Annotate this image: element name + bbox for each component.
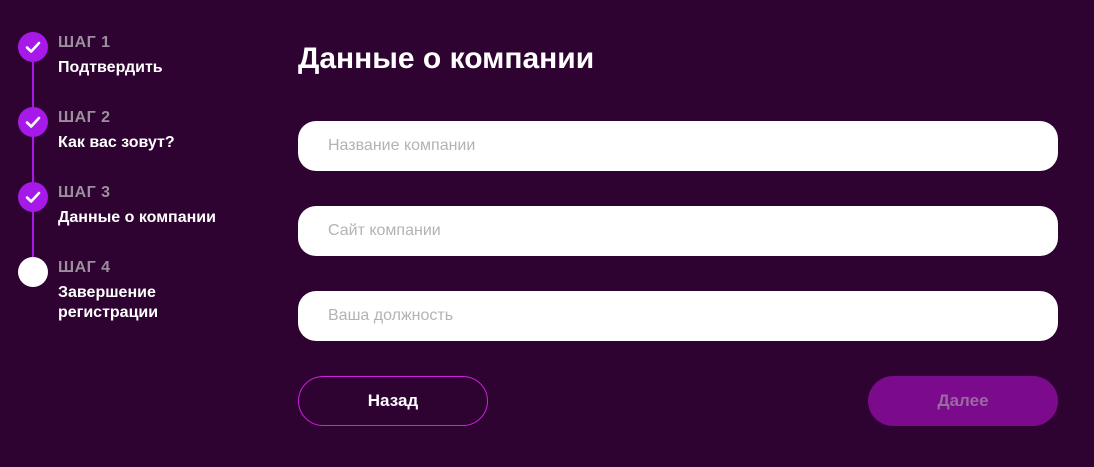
step-title: Как вас зовут? (58, 134, 175, 151)
job-title-input[interactable] (298, 291, 1058, 341)
back-button[interactable]: Назад (298, 376, 488, 426)
step-connector (32, 137, 34, 182)
check-icon (18, 32, 48, 62)
step-title: Завершение регистрации (58, 284, 159, 321)
step-number: ШАГ 2 (58, 109, 111, 126)
step-number: ШАГ 1 (58, 34, 111, 51)
check-icon (18, 182, 48, 212)
step-connector (32, 212, 34, 257)
page-title: Данные о компании (298, 42, 595, 75)
step-number: ШАГ 3 (58, 184, 111, 201)
next-button[interactable]: Далее (868, 376, 1058, 426)
company-website-input[interactable] (298, 206, 1058, 256)
registration-stepper: ШАГ 1 Подтвердить ШАГ 2 Как вас зовут? Ш… (18, 32, 268, 332)
step-title: Подтвердить (58, 59, 163, 76)
company-name-input[interactable] (298, 121, 1058, 171)
step-title: Данные о компании (58, 209, 216, 226)
check-icon (18, 107, 48, 137)
empty-circle-icon (18, 257, 48, 287)
step-connector (32, 62, 34, 107)
step-number: ШАГ 4 (58, 259, 111, 276)
